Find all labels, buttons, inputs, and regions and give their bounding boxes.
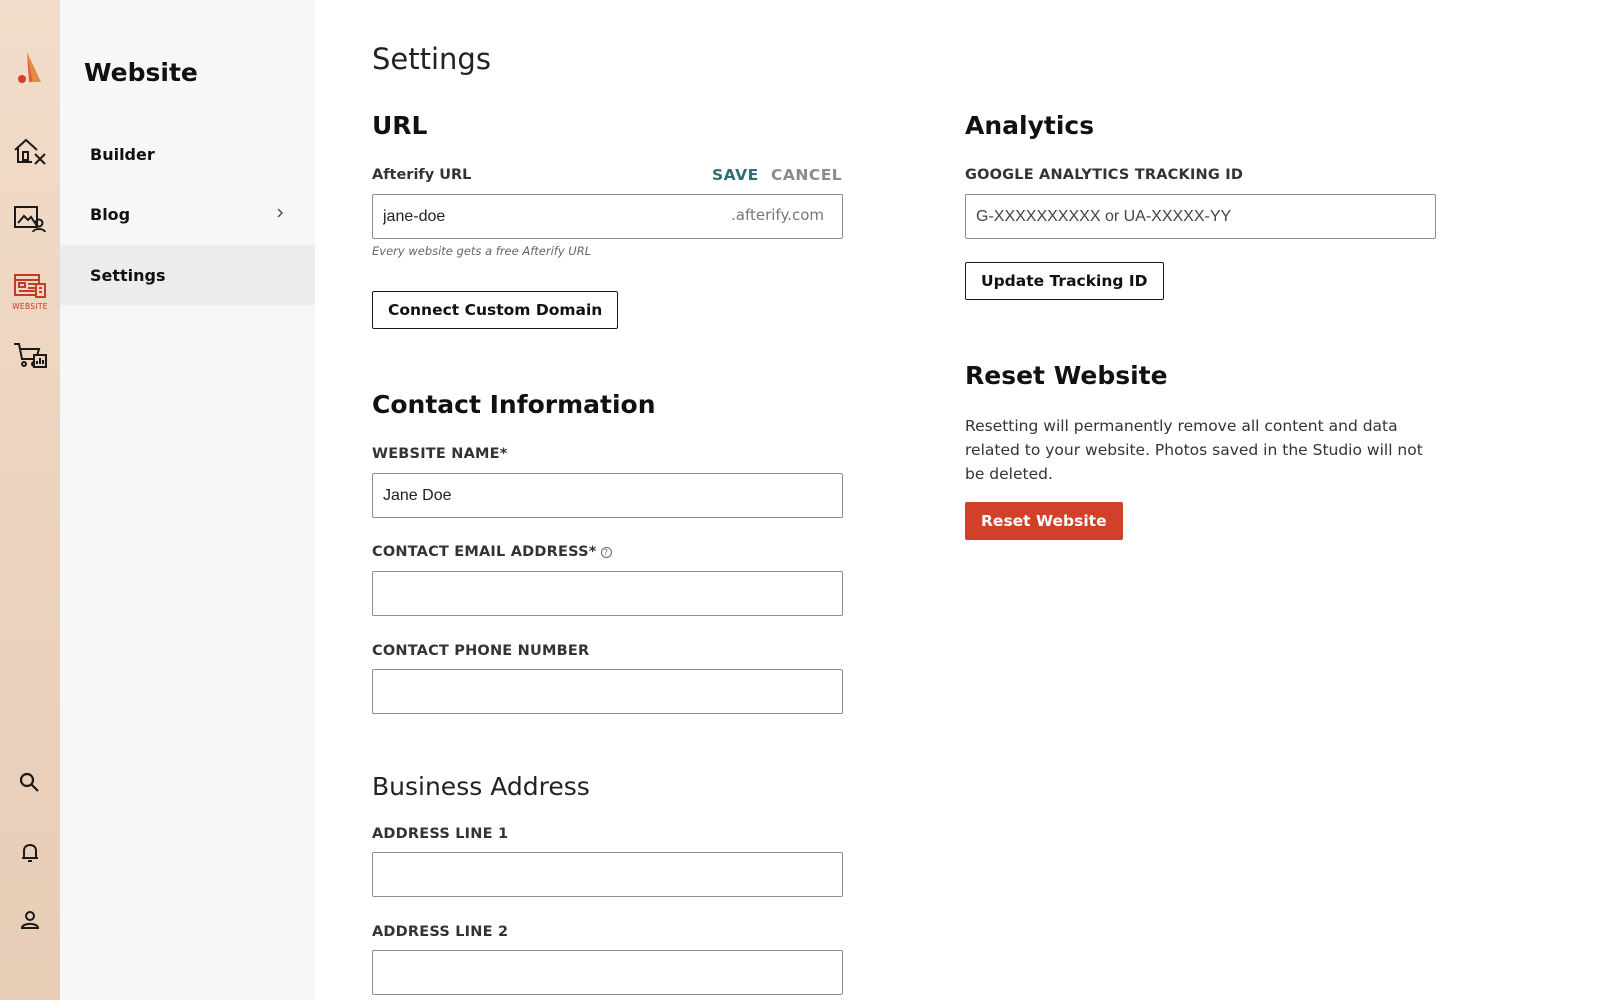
shop-chart-icon[interactable]: [0, 340, 60, 370]
sidebar-item-blog[interactable]: Blog: [60, 184, 315, 244]
sidebar-item-label: Settings: [90, 265, 166, 285]
analytics-heading: Analytics: [965, 111, 1095, 140]
icon-rail: WEBSITE: [0, 0, 60, 1000]
help-icon[interactable]: ?: [600, 546, 612, 558]
reset-website-button[interactable]: Reset Website: [965, 502, 1123, 540]
business-address-heading: Business Address: [372, 772, 590, 801]
tracking-id-input[interactable]: [965, 194, 1436, 239]
url-suffix: .afterify.com: [731, 206, 824, 224]
sidebar-item-builder[interactable]: Builder: [60, 124, 315, 184]
website-name-input[interactable]: [372, 473, 843, 518]
account-icon[interactable]: [0, 907, 60, 933]
gallery-user-icon[interactable]: [0, 204, 60, 234]
contact-phone-input[interactable]: [372, 669, 843, 714]
connect-custom-domain-button[interactable]: Connect Custom Domain: [372, 291, 619, 329]
contact-email-input[interactable]: [372, 571, 843, 616]
afterify-url-label: Afterify URL: [372, 167, 472, 183]
address-line1-input[interactable]: [372, 852, 843, 897]
contact-phone-label: CONTACT PHONE NUMBER: [372, 643, 590, 659]
page-title: Settings: [372, 42, 491, 76]
reset-description: Resetting will permanently remove all co…: [965, 417, 1423, 483]
reset-heading: Reset Website: [965, 361, 1168, 390]
bell-icon[interactable]: [0, 840, 60, 866]
tracking-id-label: GOOGLE ANALYTICS TRACKING ID: [965, 167, 1244, 183]
contact-email-label-text: CONTACT EMAIL ADDRESS*: [372, 544, 597, 560]
contact-heading: Contact Information: [372, 390, 656, 419]
sidebar-item-label: Builder: [90, 144, 155, 164]
address-line2-input[interactable]: [372, 950, 843, 995]
update-tracking-id-button[interactable]: Update Tracking ID: [965, 262, 1164, 300]
home-tools-icon[interactable]: [0, 136, 60, 166]
address-line2-label: ADDRESS LINE 2: [372, 924, 509, 940]
website-icon[interactable]: WEBSITE: [0, 272, 60, 311]
website-name-label: WEBSITE NAME*: [372, 446, 508, 462]
sidebar-item-settings[interactable]: Settings: [60, 245, 315, 305]
contact-email-label: CONTACT EMAIL ADDRESS*?: [372, 544, 612, 560]
website-caption: WEBSITE: [12, 302, 48, 311]
url-hint: Every website gets a free Afterify URL: [372, 244, 592, 258]
search-icon[interactable]: [0, 770, 60, 796]
sidebar-title: Website: [84, 58, 198, 87]
sidebar-item-label: Blog: [90, 204, 131, 224]
chevron-right-icon: [277, 208, 284, 218]
save-link[interactable]: SAVE: [712, 166, 759, 184]
logo-icon[interactable]: [0, 48, 60, 86]
website-sidebar: Website Builder Blog Settings: [60, 0, 315, 1000]
address-line1-label: ADDRESS LINE 1: [372, 826, 509, 842]
url-heading: URL: [372, 111, 428, 140]
cancel-link[interactable]: CANCEL: [771, 166, 842, 184]
